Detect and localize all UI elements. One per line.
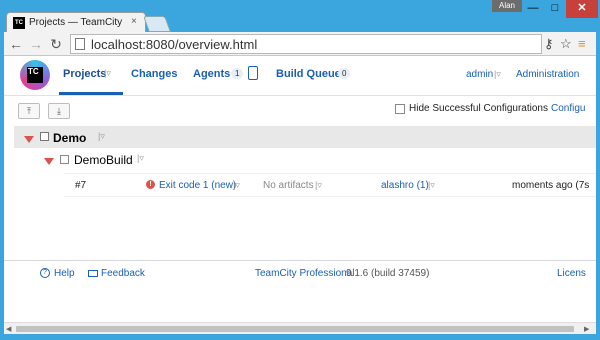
help-icon[interactable]: ? xyxy=(40,268,50,278)
help-link[interactable]: Help xyxy=(54,268,75,279)
build-config-name[interactable]: DemoBuild xyxy=(74,153,133,167)
header-divider xyxy=(4,95,596,96)
key-icon[interactable]: ⚷ xyxy=(544,36,554,52)
artifacts-label[interactable]: No artifacts xyxy=(263,180,314,191)
row-divider xyxy=(64,196,596,197)
nav-agents[interactable]: Agents xyxy=(193,68,230,80)
projects-dropdown-icon[interactable]: |▿ xyxy=(104,68,111,79)
reload-icon[interactable]: ↻ xyxy=(48,36,64,52)
browser-window: Alan — □ ✕ TC Projects — TeamCity × ← → … xyxy=(0,0,600,340)
build-number[interactable]: #7 xyxy=(75,180,86,191)
agent-device-icon[interactable] xyxy=(248,66,258,80)
close-window-button[interactable]: ✕ xyxy=(566,0,598,18)
scroll-right-icon[interactable]: ▶ xyxy=(584,325,589,333)
project-name[interactable]: Demo xyxy=(53,131,86,145)
product-link[interactable]: TeamCity Professional xyxy=(255,268,354,279)
url-text[interactable]: localhost:8080/overview.html xyxy=(91,37,257,52)
logo-text: TC xyxy=(27,67,43,83)
horizontal-scrollbar[interactable]: ◀ ▶ xyxy=(4,322,596,334)
status-dropdown-icon[interactable]: |▿ xyxy=(233,180,240,191)
feedback-link[interactable]: Feedback xyxy=(101,268,145,279)
artifacts-dropdown-icon[interactable]: |▿ xyxy=(315,180,322,191)
project-dropdown-icon[interactable]: |▿ xyxy=(98,131,105,142)
hide-successful-checkbox[interactable] xyxy=(395,104,405,114)
maximize-button[interactable]: □ xyxy=(544,0,566,18)
nav-projects[interactable]: Projects xyxy=(63,68,106,80)
row-divider xyxy=(64,173,596,174)
footer-divider xyxy=(4,260,596,261)
new-tab-button[interactable] xyxy=(143,16,171,32)
nav-build-queue[interactable]: Build Queue xyxy=(276,68,341,80)
collapse-triangle-icon[interactable] xyxy=(24,136,34,143)
changes-dropdown-icon[interactable]: |▿ xyxy=(428,180,435,191)
back-icon[interactable]: ← xyxy=(8,36,24,52)
browser-toolbar: ← → ↻ localhost:8080/overview.html ⚷ ☆ ≡ xyxy=(4,32,596,56)
error-icon: ! xyxy=(146,180,155,189)
build-time: moments ago (7s xyxy=(512,180,590,191)
build-status-link[interactable]: Exit code 1 (new) xyxy=(159,180,236,191)
version-text: 9.1.6 (build 37459) xyxy=(346,268,430,279)
changes-link[interactable]: alashro (1) xyxy=(381,180,429,191)
teamcity-page: TC Projects |▿ Changes Agents 1 Build Qu… xyxy=(4,56,596,334)
page-icon xyxy=(75,38,85,50)
collapse-all-button[interactable]: ⤒ xyxy=(18,103,40,119)
build-config-dropdown-icon[interactable]: |▿ xyxy=(137,153,144,164)
forward-icon[interactable]: → xyxy=(28,36,44,52)
project-icon xyxy=(40,132,49,141)
teamcity-favicon-icon: TC xyxy=(13,17,25,29)
minimize-button[interactable]: — xyxy=(522,0,544,18)
scroll-left-icon[interactable]: ◀ xyxy=(6,325,11,333)
hide-successful-label[interactable]: Hide Successful Configurations xyxy=(409,103,548,114)
tab-title: Projects — TeamCity xyxy=(29,17,123,28)
user-badge: Alan xyxy=(492,0,522,12)
agents-count-badge: 1 xyxy=(231,68,244,79)
address-bar[interactable]: localhost:8080/overview.html xyxy=(70,34,542,54)
queue-count-badge: 0 xyxy=(338,68,351,79)
mail-icon[interactable] xyxy=(88,270,98,277)
user-menu[interactable]: admin xyxy=(466,69,493,80)
menu-icon[interactable]: ≡ xyxy=(578,36,586,52)
teamcity-logo[interactable]: TC xyxy=(20,60,50,90)
expand-all-button[interactable]: ⤓ xyxy=(48,103,70,119)
browser-tab[interactable]: TC Projects — TeamCity × xyxy=(6,12,146,32)
configure-link[interactable]: Configu xyxy=(551,103,585,114)
nav-changes[interactable]: Changes xyxy=(131,68,177,80)
license-link[interactable]: Licens xyxy=(557,268,586,279)
scrollbar-thumb[interactable] xyxy=(16,326,574,332)
build-config-icon xyxy=(60,155,69,164)
user-dropdown-icon[interactable]: |▿ xyxy=(494,69,501,80)
administration-link[interactable]: Administration xyxy=(516,69,579,80)
tab-close-icon[interactable]: × xyxy=(131,16,137,27)
build-collapse-triangle-icon[interactable] xyxy=(44,158,54,165)
project-row[interactable]: Demo |▿ xyxy=(14,126,596,148)
star-icon[interactable]: ☆ xyxy=(560,36,572,52)
